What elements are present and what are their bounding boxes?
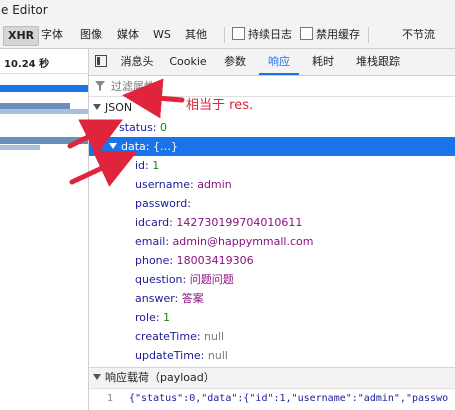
timeline-header: 10.24 秒 bbox=[0, 56, 88, 74]
timeline-bar[interactable] bbox=[0, 109, 88, 114]
expand-triangle-icon bbox=[93, 374, 101, 380]
tree-value: admin bbox=[197, 178, 232, 191]
filter-media[interactable]: 媒体 bbox=[117, 26, 139, 44]
tree-value: 1 bbox=[152, 159, 160, 172]
line-number: 1 bbox=[106, 393, 113, 404]
tree-value: 1 bbox=[163, 311, 171, 324]
tree-field-row[interactable]: question: 问题问题 bbox=[89, 270, 455, 289]
tree-value: admin@happymmall.com bbox=[172, 235, 314, 248]
filter-properties-input[interactable] bbox=[109, 78, 313, 94]
tree-key: status: bbox=[119, 121, 157, 134]
annotation-text: 相当于 res. bbox=[186, 98, 254, 113]
window-title: e Editor bbox=[1, 3, 48, 17]
tree-node-json[interactable]: JSON bbox=[89, 98, 455, 117]
tree-value: null bbox=[204, 330, 225, 343]
checkbox-icon bbox=[300, 27, 313, 40]
tree-value: null bbox=[207, 349, 228, 362]
tree-key: phone: bbox=[135, 254, 174, 267]
tab-headers[interactable]: 消息头 bbox=[115, 49, 159, 75]
tree-value: 142730199704010611 bbox=[176, 216, 303, 229]
payload-text: {"status":0,"data":{"id":1,"username":"a… bbox=[129, 393, 449, 404]
tree-node-status[interactable]: status: 0 bbox=[89, 118, 455, 137]
tree-key: updateTime: bbox=[135, 349, 205, 362]
timeline-bar[interactable] bbox=[0, 85, 88, 92]
dock-toggle[interactable] bbox=[91, 49, 111, 75]
panel-toggle-icon bbox=[95, 55, 107, 67]
request-type-filterbar: XHR 字体 图像 媒体 WS 其他 持续日志 禁用缓存 不节流 bbox=[0, 22, 455, 49]
persist-log-toggle[interactable]: 持续日志 bbox=[232, 26, 292, 44]
payload-section-header[interactable]: 响应载荷（payload） bbox=[89, 367, 455, 389]
tree-field-row[interactable]: idcard: 142730199704010611 bbox=[89, 213, 455, 232]
tree-value: 问题问题 bbox=[189, 273, 234, 286]
filter-properties-row bbox=[89, 76, 455, 97]
persist-log-label: 持续日志 bbox=[248, 28, 292, 41]
tree-key: username: bbox=[135, 178, 194, 191]
window-titlebar: e Editor bbox=[0, 0, 455, 23]
tree-key: role: bbox=[135, 311, 160, 324]
tab-cookie[interactable]: Cookie bbox=[163, 49, 213, 75]
throttle-select[interactable]: 不节流 bbox=[402, 26, 435, 44]
tree-field-row[interactable]: createTime: null bbox=[89, 327, 455, 346]
filter-images[interactable]: 图像 bbox=[80, 26, 102, 44]
divider bbox=[368, 27, 369, 43]
divider bbox=[224, 27, 225, 43]
disable-cache-label: 禁用缓存 bbox=[316, 28, 360, 41]
tree-field-row[interactable]: email: admin@happymmall.com bbox=[89, 232, 455, 251]
tree-field-row[interactable]: answer: 答案 bbox=[89, 289, 455, 308]
tree-value: 0 bbox=[160, 121, 168, 134]
tree-value: {…} bbox=[152, 140, 178, 153]
tab-stack-trace[interactable]: 堆栈跟踪 bbox=[347, 49, 409, 75]
tree-key: email: bbox=[135, 235, 170, 248]
filter-other[interactable]: 其他 bbox=[185, 26, 207, 44]
tree-key: idcard: bbox=[135, 216, 173, 229]
expand-triangle-icon bbox=[109, 143, 117, 149]
tree-key: question: bbox=[135, 273, 187, 286]
tab-response[interactable]: 响应 bbox=[259, 49, 299, 75]
tree-field-row[interactable]: username: admin bbox=[89, 175, 455, 194]
tree-field-row[interactable]: id: 1 bbox=[89, 156, 455, 175]
expand-triangle-icon bbox=[93, 104, 101, 110]
tree-field-row[interactable]: phone: 18003419306 bbox=[89, 251, 455, 270]
tab-timings[interactable]: 耗时 bbox=[305, 49, 341, 75]
tree-node-data[interactable]: data: {…} bbox=[89, 137, 455, 156]
disable-cache-toggle[interactable]: 禁用缓存 bbox=[300, 26, 360, 44]
tree-key: createTime: bbox=[135, 330, 201, 343]
filter-icon bbox=[95, 81, 105, 91]
tab-params[interactable]: 参数 bbox=[219, 49, 251, 75]
payload-code[interactable]: 1 {"status":0,"data":{"id":1,"username":"… bbox=[89, 388, 455, 410]
tree-key: answer: bbox=[135, 292, 179, 305]
filter-fonts[interactable]: 字体 bbox=[41, 26, 63, 44]
tree-key: password: bbox=[135, 197, 191, 210]
timeline-bar[interactable] bbox=[0, 137, 88, 144]
detail-tabs: 消息头 Cookie 参数 响应 耗时 堆栈跟踪 bbox=[89, 49, 455, 76]
filter-xhr[interactable]: XHR bbox=[3, 26, 40, 46]
tree-value: 18003419306 bbox=[176, 254, 254, 267]
request-list-pane: 10.24 秒 bbox=[0, 49, 89, 410]
tree-field-row[interactable]: password: bbox=[89, 194, 455, 213]
filter-ws[interactable]: WS bbox=[153, 26, 171, 44]
tree-key: data: bbox=[121, 140, 150, 153]
timeline-bar[interactable] bbox=[0, 145, 40, 150]
payload-title: 响应载荷（payload） bbox=[105, 371, 215, 384]
tree-field-row[interactable]: updateTime: null bbox=[89, 346, 455, 365]
tree-root-label: JSON bbox=[105, 101, 133, 114]
tree-field-row[interactable]: role: 1 bbox=[89, 308, 455, 327]
tree-value: 答案 bbox=[181, 292, 204, 305]
checkbox-icon bbox=[232, 27, 245, 40]
tree-key: id: bbox=[135, 159, 149, 172]
